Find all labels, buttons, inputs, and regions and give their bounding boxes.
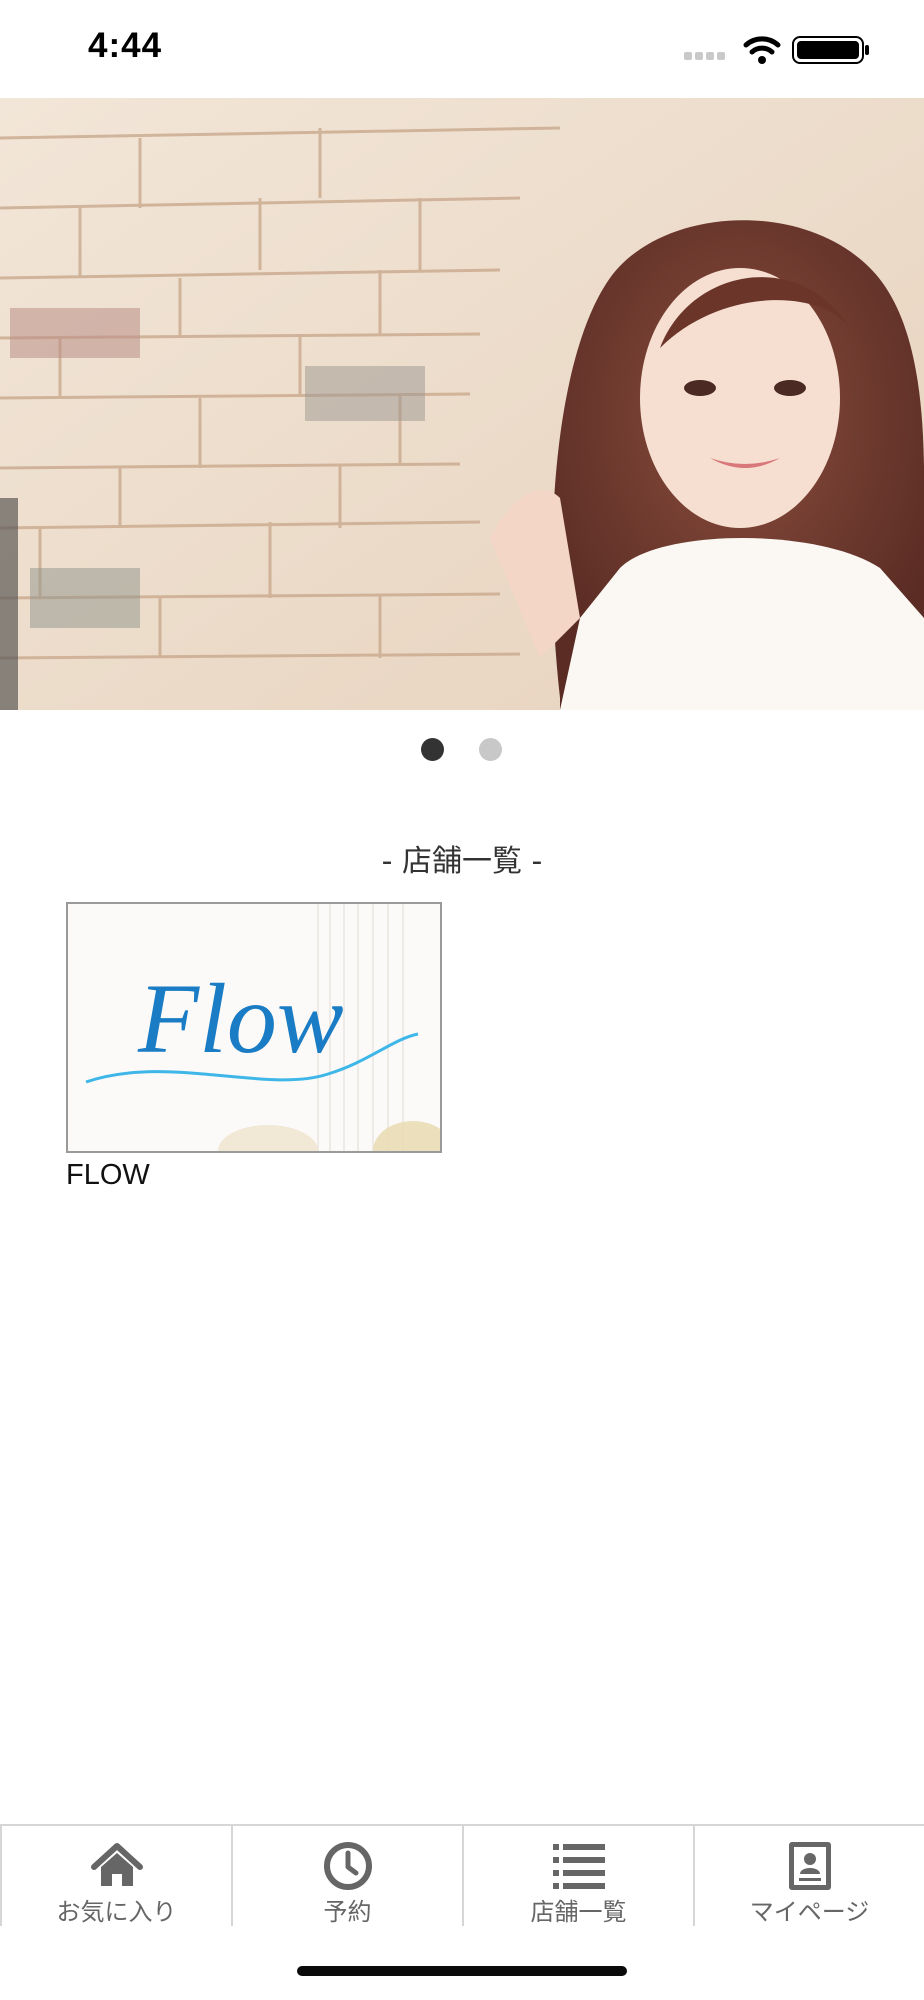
store-thumbnail[interactable]: Flow <box>66 902 442 1153</box>
tab-favorites[interactable]: お気に入り <box>0 1826 233 1926</box>
carousel-pager[interactable] <box>0 738 924 762</box>
tab-reservation[interactable]: 予約 <box>233 1826 464 1926</box>
store-card[interactable]: Flow FLOW <box>66 902 442 1192</box>
flow-logo: Flow <box>68 904 440 1151</box>
home-indicator[interactable] <box>297 1966 627 1976</box>
logo-text: Flow <box>137 963 344 1074</box>
profile-card-icon <box>788 1842 831 1890</box>
clock-icon <box>323 1842 372 1890</box>
status-time: 4:44 <box>88 26 163 65</box>
pager-dot[interactable] <box>479 738 502 761</box>
tab-store-list[interactable]: 店舗一覧 <box>464 1826 695 1926</box>
tab-label: 店舗一覧 <box>530 1898 627 1926</box>
tab-label: マイページ <box>749 1898 870 1926</box>
hero-image <box>0 98 924 710</box>
cellular-signal-icon <box>684 52 725 60</box>
section-heading: - 店舗一覧 - <box>381 844 543 879</box>
hero-carousel[interactable] <box>0 98 924 710</box>
battery-icon <box>792 36 869 64</box>
home-icon <box>90 1843 143 1886</box>
wifi-icon <box>743 36 781 64</box>
tab-label: 予約 <box>323 1898 372 1926</box>
tab-bar: お気に入り 予約 店舗一覧 マイページ <box>0 1824 924 1926</box>
tab-mypage[interactable]: マイページ <box>695 1826 924 1926</box>
pager-dot-active[interactable] <box>421 738 444 761</box>
store-name[interactable]: FLOW <box>66 1159 442 1192</box>
status-icons <box>684 36 869 64</box>
list-icon <box>552 1844 605 1889</box>
status-bar: 4:44 <box>0 0 924 98</box>
tab-label: お気に入り <box>56 1898 177 1926</box>
